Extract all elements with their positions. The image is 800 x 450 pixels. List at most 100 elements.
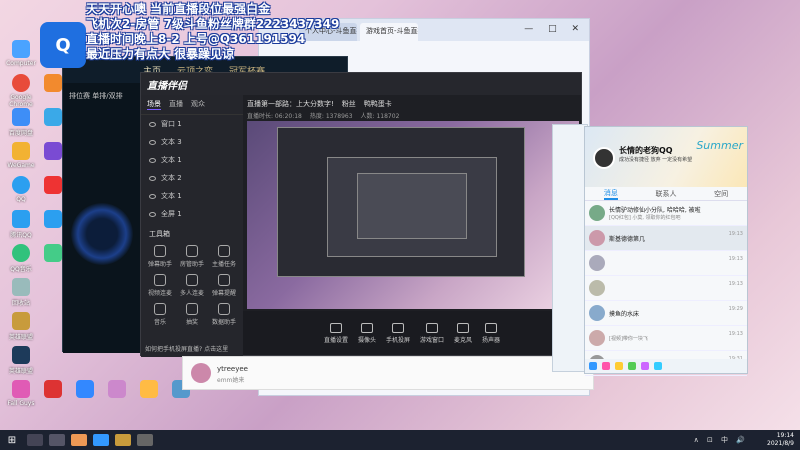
stream-left-panel: 场景 直播 观众 窗口 1 文本 3 文本 1 文本 2 文本 1 全屏 1 工… [141, 95, 243, 357]
tab-space[interactable]: 空间 [714, 189, 728, 199]
cloud-icon [12, 108, 30, 126]
tool-admin[interactable]: 房管助手 [177, 245, 207, 268]
qq-header: 长情的老狗QQ 成功没有捷径 放弃 一定没有希望 Summer [585, 127, 747, 187]
app-brand: 直播伴侣 [147, 80, 187, 92]
btn-camera[interactable]: 摄像头 [358, 322, 376, 344]
tool-music[interactable]: 音乐 [145, 303, 175, 326]
qq-signature[interactable]: 成功没有捷径 放弃 一定没有希望 [619, 157, 695, 164]
tab-audience[interactable]: 观众 [191, 99, 205, 110]
desktop-icon[interactable] [68, 380, 102, 400]
fallguys-icon [12, 380, 30, 398]
desktop-icon[interactable] [100, 380, 134, 400]
summer-label: Summer [696, 139, 743, 152]
tool-multi-link[interactable]: 多人连麦 [177, 274, 207, 297]
stream-title-row: 直播第一部路：上大分数字! 粉丝 鸭鸭蛋卡 [247, 100, 392, 108]
desktop-icon-lol-2[interactable]: 英雄联盟 [4, 346, 38, 375]
help-tip[interactable]: 如何把手机投屏直播? 点击这里 [145, 344, 228, 353]
wegame-icon [12, 142, 30, 160]
tab-live[interactable]: 直播 [169, 99, 183, 110]
desktop-icon[interactable] [132, 380, 166, 400]
rune-emblem [71, 203, 133, 265]
app-icon[interactable] [641, 362, 649, 370]
toolbox-title: 工具箱 [149, 230, 170, 238]
eye-icon[interactable] [149, 193, 156, 199]
eye-icon[interactable] [149, 157, 156, 163]
eye-icon[interactable] [149, 121, 156, 127]
window-controls[interactable]: — □ ✕ [524, 24, 585, 34]
list-item[interactable]: 19:13 [585, 276, 747, 301]
chat-strip: ytreeyee emm她来 [182, 356, 594, 390]
list-item[interactable]: [视频]带你一块飞 19:13 [585, 326, 747, 351]
desktop-icon-fallguys[interactable]: Fall Guys [4, 380, 38, 407]
tool-video-link[interactable]: 视频连麦 [145, 274, 175, 297]
tool-data[interactable]: 数据助手 [209, 303, 239, 326]
stream-app-icon[interactable] [71, 434, 87, 446]
app-icon[interactable] [628, 362, 636, 370]
btn-speaker[interactable]: 扬声器 [482, 322, 500, 344]
lol-icon [12, 346, 30, 364]
list-item[interactable]: 长情驴动修仙小分队, 哈哈哈, 被啦 [QQ红包] 小莫, 领取你的红包吧 [585, 201, 747, 226]
desktop-icon-wegame[interactable]: WeGame [4, 142, 38, 169]
qq-window: 长情的老狗QQ 成功没有捷径 放弃 一定没有希望 Summer 消息 联系人 空… [584, 126, 748, 376]
desktop-icon-tencent-qq[interactable]: 腾讯QQ [4, 210, 38, 239]
lol-icon [12, 312, 30, 330]
desktop-icon-chrome[interactable]: Google Chrome [4, 74, 38, 108]
scene-item[interactable]: 窗口 1 [141, 115, 243, 133]
app-icon[interactable] [654, 362, 662, 370]
tab-messages[interactable]: 消息 [603, 188, 618, 200]
desktop-icon[interactable] [36, 380, 70, 400]
eye-icon[interactable] [149, 211, 156, 217]
scene-item[interactable]: 文本 1 [141, 187, 243, 205]
chat-sub: emm她来 [217, 377, 245, 384]
qq-side-strip [552, 124, 588, 372]
list-item[interactable]: 斯基德德第几 19:13 [585, 226, 747, 251]
eye-icon[interactable] [149, 139, 156, 145]
browser-tab-active[interactable]: 游戏首页-斗鱼直播 [360, 23, 418, 41]
scene-item[interactable]: 文本 2 [141, 169, 243, 187]
app-icon[interactable] [615, 362, 623, 370]
qq-icon [12, 210, 30, 228]
desktop-icon-baidu[interactable]: 百度网盘 [4, 108, 38, 137]
lol-icon[interactable] [115, 434, 131, 446]
desktop-icon-recycle[interactable]: 回收站 [4, 278, 38, 307]
desktop-icon-computer[interactable]: Computer [4, 40, 38, 67]
tab-contacts[interactable]: 联系人 [655, 189, 676, 199]
tool-barrage[interactable]: 弹幕助手 [145, 245, 175, 268]
nested-preview [357, 173, 467, 239]
tool-remind[interactable]: 弹幕提醒 [209, 274, 239, 297]
avatar [191, 363, 211, 383]
btn-game-window[interactable]: 游戏窗口 [420, 322, 444, 344]
app-icon[interactable] [137, 434, 153, 446]
avatar[interactable] [593, 147, 615, 169]
clock[interactable]: 19:14 2021/8/9 [767, 432, 794, 448]
tool-lottery[interactable]: 抽奖 [177, 303, 207, 326]
scene-item[interactable]: 文本 3 [141, 133, 243, 151]
list-item[interactable]: 19:13 [585, 251, 747, 276]
app-icon[interactable] [602, 362, 610, 370]
system-tray[interactable]: ∧ ⊡ 中 🔊 [694, 435, 748, 445]
list-item[interactable]: 摸鱼的水床 19:29 [585, 301, 747, 326]
browser-icon[interactable] [93, 434, 109, 446]
stream-topbar: 直播伴侣 [141, 73, 581, 95]
scene-item[interactable]: 文本 1 [141, 151, 243, 169]
search-icon[interactable] [27, 434, 43, 446]
stream-overlay-text: 天天开心噢 当前直播段位最强白金 飞机次2-房管 7级斗鱼粉丝牌群2223437… [86, 2, 340, 61]
qq-nickname: 长情的老狗QQ [619, 146, 673, 155]
menu-icon[interactable] [589, 362, 597, 370]
desktop-icon-qq[interactable]: QQ [4, 176, 38, 203]
start-button[interactable]: ⊞ [0, 430, 24, 450]
btn-phone-cast[interactable]: 手机投屏 [386, 322, 410, 344]
btn-live-settings[interactable]: 直播设置 [324, 322, 348, 344]
scene-item[interactable]: 全屏 1 [141, 205, 243, 223]
queue-title: 排位赛 单排/双排 [69, 92, 123, 100]
desktop-icon-lol[interactable]: 英雄联盟 [4, 312, 38, 341]
desktop-icon-qqmusic[interactable]: QQ音乐 [4, 244, 38, 273]
recycle-bin-icon [12, 278, 30, 296]
tab-scene[interactable]: 场景 [147, 99, 161, 110]
btn-mic[interactable]: 麦克风 [454, 322, 472, 344]
eye-icon[interactable] [149, 175, 156, 181]
computer-icon [12, 40, 30, 58]
tool-tasks[interactable]: 主播任务 [209, 245, 239, 268]
chrome-icon [12, 74, 30, 92]
task-view-icon[interactable] [49, 434, 65, 446]
